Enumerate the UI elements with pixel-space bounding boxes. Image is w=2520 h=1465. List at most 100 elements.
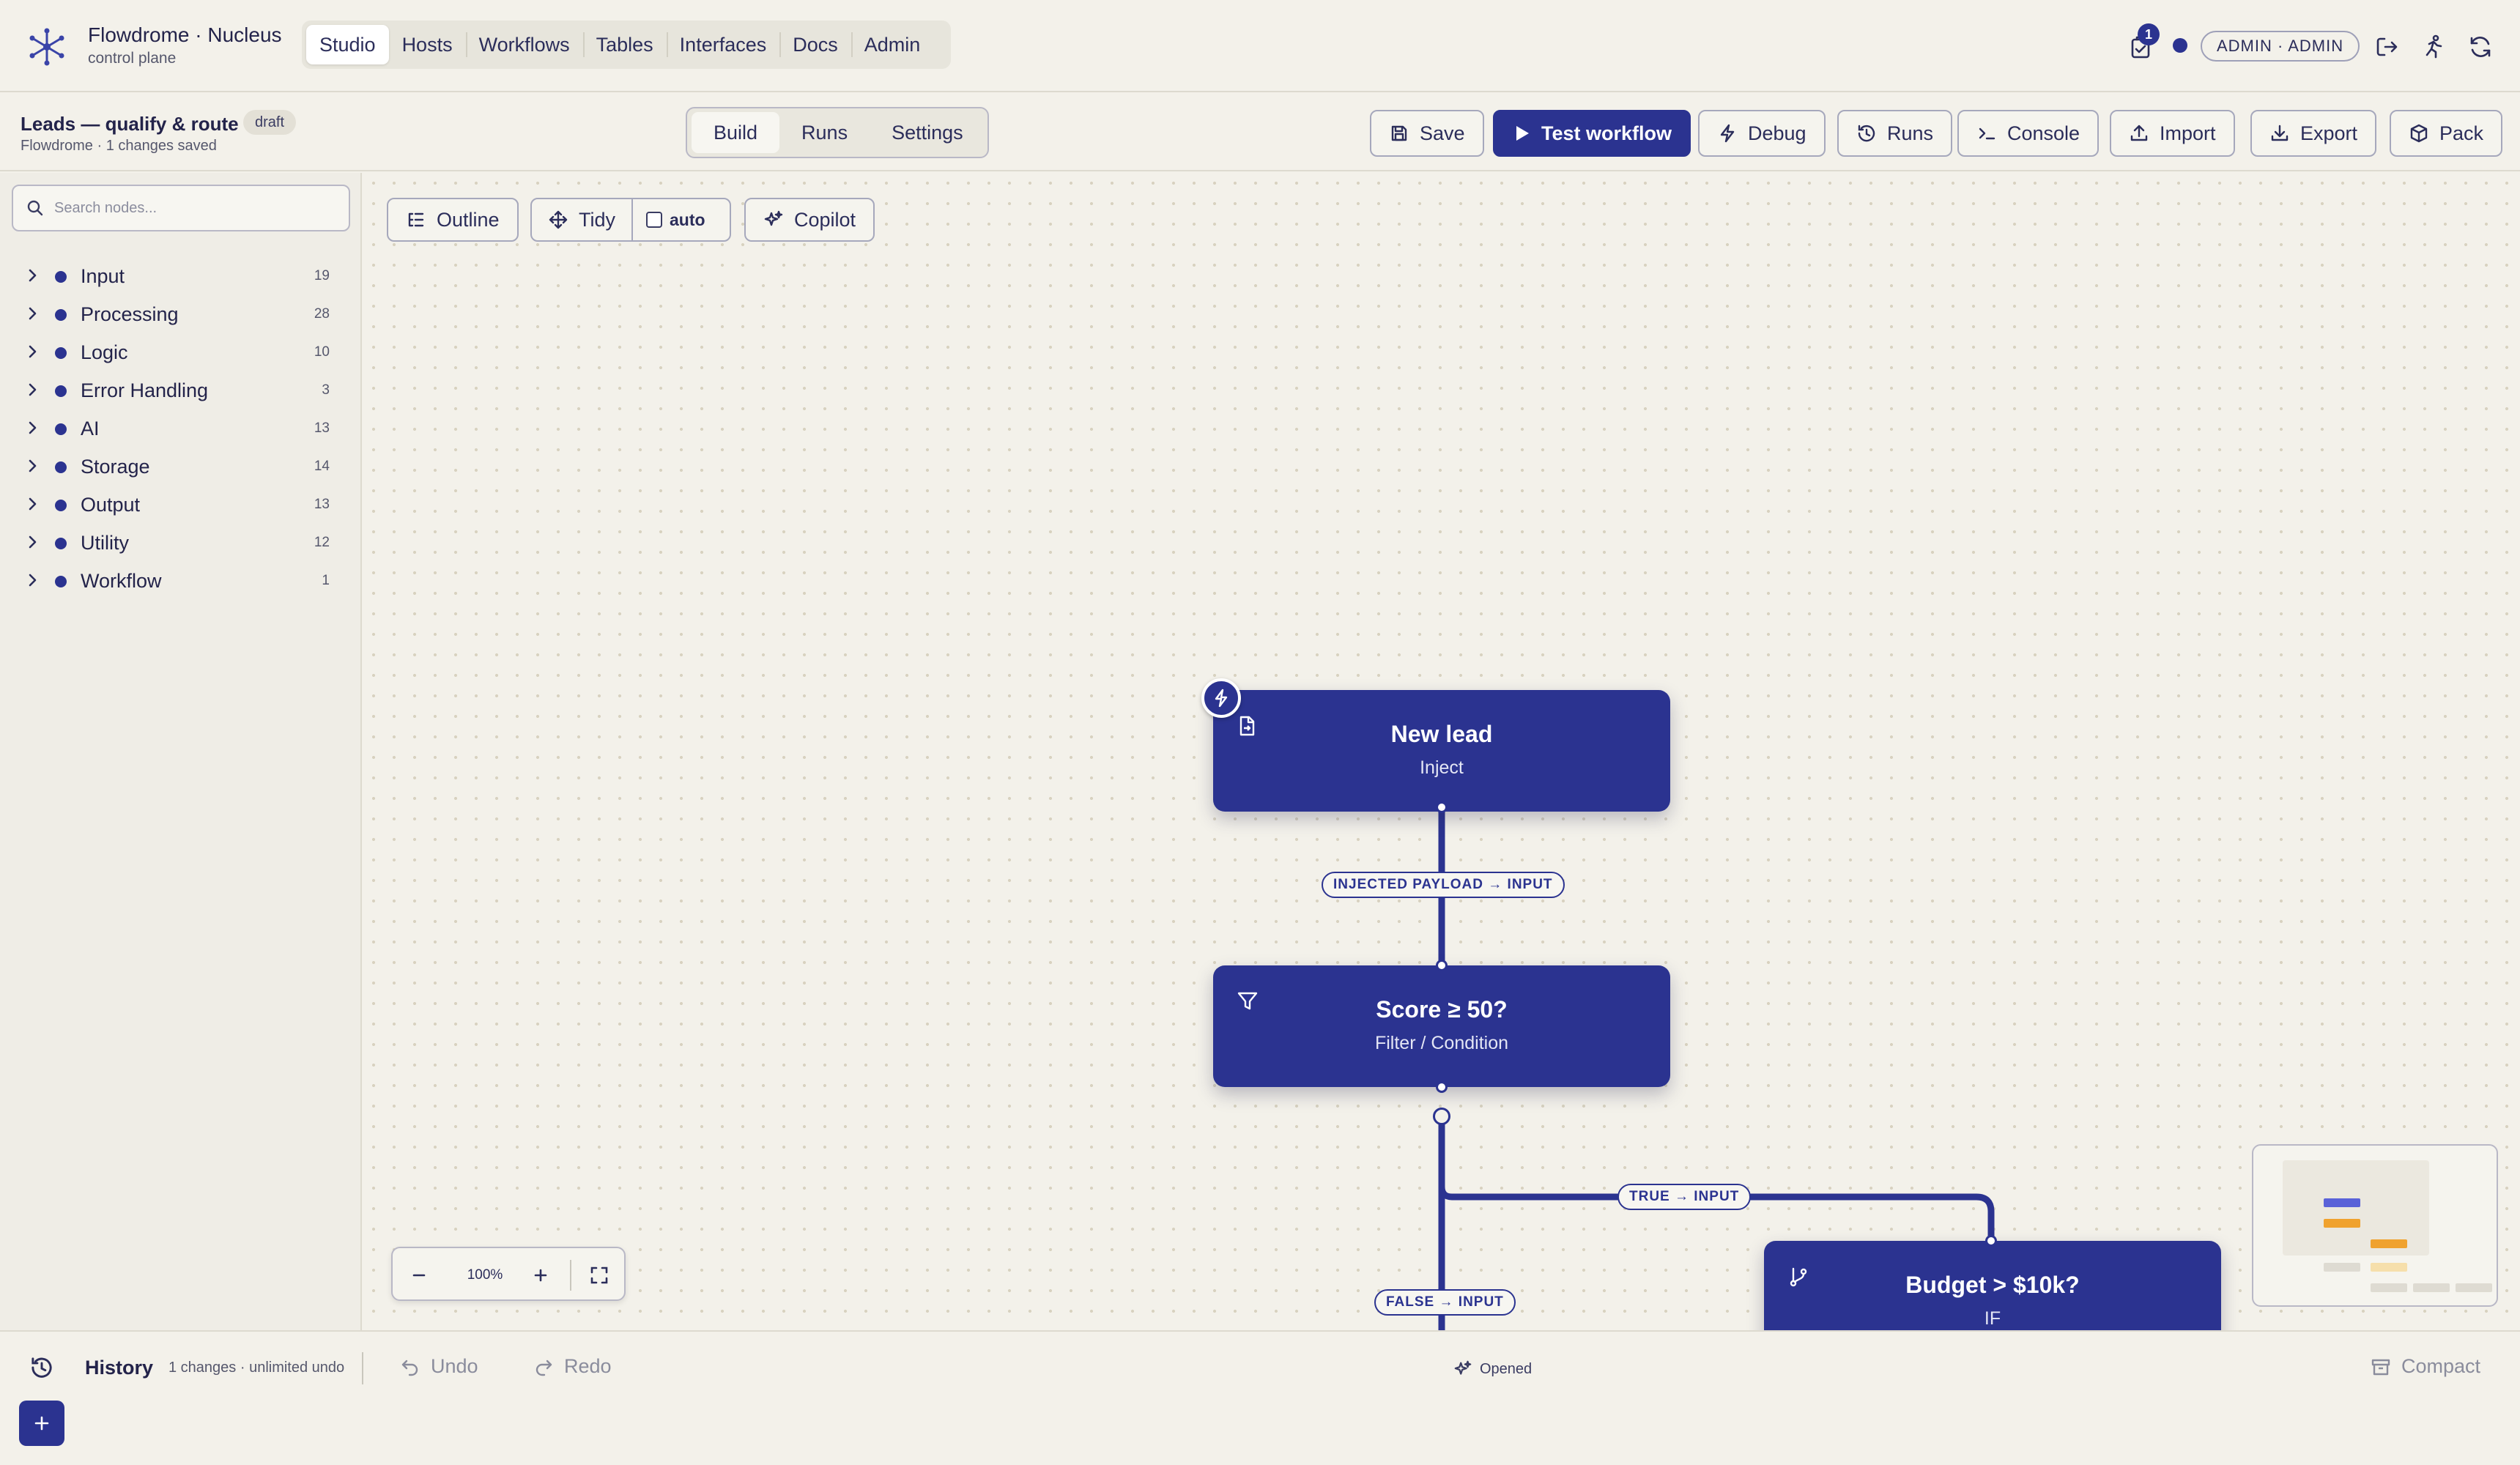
undo-icon bbox=[401, 1360, 418, 1376]
logout-icon[interactable] bbox=[2371, 31, 2403, 63]
node-title: Budget > $10k? bbox=[1905, 1272, 2080, 1298]
add-button[interactable] bbox=[19, 1401, 64, 1446]
minimap-node bbox=[2371, 1283, 2407, 1292]
main-nav: Studio Hosts Workflows Tables Interfaces… bbox=[302, 21, 951, 69]
node-new-lead[interactable]: New lead Inject bbox=[1213, 690, 1670, 812]
output-port[interactable] bbox=[1436, 801, 1448, 813]
node-budget-if[interactable]: Budget > $10k? IF bbox=[1764, 1241, 2221, 1330]
console-button[interactable]: Console bbox=[1957, 110, 2100, 157]
edge-label-false[interactable]: FALSE → INPUT bbox=[1374, 1289, 1516, 1316]
mode-switcher: Build Runs Settings bbox=[686, 107, 989, 158]
category-count: 19 bbox=[314, 268, 330, 283]
chevron-right-icon bbox=[29, 345, 37, 358]
category-count: 13 bbox=[314, 420, 330, 436]
category-utility[interactable]: Utility 12 bbox=[0, 523, 362, 561]
zoom-out-button[interactable] bbox=[403, 1259, 435, 1291]
pack-button[interactable]: Pack bbox=[2390, 110, 2503, 157]
minimap[interactable] bbox=[2252, 1144, 2498, 1307]
edge-label-injected-payload[interactable]: INJECTED PAYLOAD → INPUT bbox=[1322, 872, 1565, 898]
chevron-right-icon bbox=[29, 535, 37, 549]
upload-icon bbox=[2130, 125, 2148, 141]
category-count: 12 bbox=[314, 535, 330, 550]
divider bbox=[570, 1260, 571, 1291]
save-icon bbox=[1391, 125, 1407, 141]
edge-label-true[interactable]: TRUE → INPUT bbox=[1617, 1184, 1752, 1210]
fit-view-button[interactable] bbox=[583, 1259, 615, 1291]
category-dot bbox=[55, 461, 67, 473]
category-error-handling[interactable]: Error Handling 3 bbox=[0, 371, 362, 409]
runs-button[interactable]: Runs bbox=[1837, 110, 1953, 157]
pack-label: Pack bbox=[2439, 122, 2484, 144]
minimap-viewport[interactable] bbox=[2283, 1160, 2429, 1256]
category-dot bbox=[55, 271, 67, 283]
minimap-node bbox=[2324, 1263, 2360, 1272]
chevron-right-icon bbox=[29, 497, 37, 511]
redo-button[interactable]: Redo bbox=[533, 1355, 612, 1378]
archive-icon bbox=[2371, 1359, 2390, 1375]
debug-button[interactable]: Debug bbox=[1698, 110, 1826, 157]
category-logic[interactable]: Logic 10 bbox=[0, 333, 362, 371]
brand-subtitle: control plane bbox=[88, 50, 177, 67]
sparkle-icon bbox=[1454, 1360, 1472, 1375]
mode-tab-settings[interactable]: Settings bbox=[870, 112, 985, 153]
search-nodes-input[interactable] bbox=[54, 199, 333, 217]
nav-tab-tables[interactable]: Tables bbox=[582, 25, 667, 64]
running-person-icon[interactable] bbox=[2417, 31, 2450, 63]
minimap-node bbox=[2371, 1239, 2407, 1248]
chevron-right-icon bbox=[29, 421, 37, 434]
node-score-filter[interactable]: Score ≥ 50? Filter / Condition bbox=[1213, 965, 1670, 1087]
category-input[interactable]: Input 19 bbox=[0, 256, 362, 294]
input-port[interactable] bbox=[1985, 1235, 1997, 1247]
compact-label: Compact bbox=[2401, 1355, 2481, 1377]
output-port[interactable] bbox=[1436, 1081, 1448, 1093]
minimap-node bbox=[2371, 1263, 2407, 1272]
workflow-canvas[interactable]: Outline Tidy auto Copilot New lead Injec… bbox=[363, 173, 2520, 1330]
history-icon bbox=[29, 1355, 54, 1380]
category-count: 1 bbox=[322, 573, 330, 588]
trigger-bolt-icon[interactable] bbox=[1201, 678, 1241, 718]
chevron-right-icon bbox=[29, 307, 37, 320]
workflow-bar: Leads — qualify & route draft Flowdrome … bbox=[0, 94, 2520, 171]
category-output[interactable]: Output 13 bbox=[0, 485, 362, 523]
workflow-title[interactable]: Leads — qualify & route bbox=[21, 113, 239, 136]
nav-tab-admin[interactable]: Admin bbox=[850, 25, 934, 64]
branch-handle[interactable] bbox=[1433, 1108, 1450, 1125]
nav-tab-interfaces[interactable]: Interfaces bbox=[666, 25, 780, 64]
nav-tab-studio[interactable]: Studio bbox=[306, 25, 389, 64]
nav-tab-workflows[interactable]: Workflows bbox=[465, 25, 583, 64]
test-workflow-button[interactable]: Test workflow bbox=[1493, 110, 1691, 157]
category-count: 13 bbox=[314, 497, 330, 512]
category-ai[interactable]: AI 13 bbox=[0, 409, 362, 447]
input-port[interactable] bbox=[1436, 960, 1448, 971]
category-label: Input bbox=[81, 265, 125, 287]
refresh-icon[interactable] bbox=[2464, 31, 2497, 63]
save-button[interactable]: Save bbox=[1370, 110, 1484, 157]
console-label: Console bbox=[2007, 122, 2080, 144]
search-icon bbox=[27, 200, 43, 216]
mode-tab-runs[interactable]: Runs bbox=[779, 112, 870, 153]
export-button[interactable]: Export bbox=[2250, 110, 2377, 157]
category-count: 3 bbox=[322, 382, 330, 398]
play-icon bbox=[1516, 126, 1529, 141]
user-badge[interactable]: ADMIN · ADMIN bbox=[2201, 31, 2360, 62]
fullscreen-icon bbox=[590, 1266, 608, 1284]
mode-tab-build[interactable]: Build bbox=[692, 112, 780, 153]
category-storage[interactable]: Storage 14 bbox=[0, 447, 362, 485]
zoom-in-button[interactable] bbox=[525, 1259, 557, 1291]
nav-tab-docs[interactable]: Docs bbox=[779, 25, 851, 64]
category-workflow[interactable]: Workflow 1 bbox=[0, 561, 362, 599]
plus-icon bbox=[34, 1416, 49, 1431]
history-status-label: Opened bbox=[1480, 1360, 1533, 1377]
package-icon bbox=[2410, 124, 2428, 143]
undo-button[interactable]: Undo bbox=[400, 1355, 478, 1378]
compact-button[interactable]: Compact bbox=[2371, 1355, 2480, 1378]
top-bar: Flowdrome · Nucleus control plane Studio… bbox=[0, 0, 2520, 92]
category-count: 28 bbox=[314, 306, 330, 322]
category-label: Utility bbox=[81, 532, 129, 554]
nav-tab-hosts[interactable]: Hosts bbox=[389, 25, 466, 64]
category-processing[interactable]: Processing 28 bbox=[0, 294, 362, 333]
chevron-right-icon bbox=[29, 269, 37, 282]
category-label: Storage bbox=[81, 456, 150, 478]
import-button[interactable]: Import bbox=[2110, 110, 2235, 157]
network-logo-icon bbox=[26, 26, 67, 67]
